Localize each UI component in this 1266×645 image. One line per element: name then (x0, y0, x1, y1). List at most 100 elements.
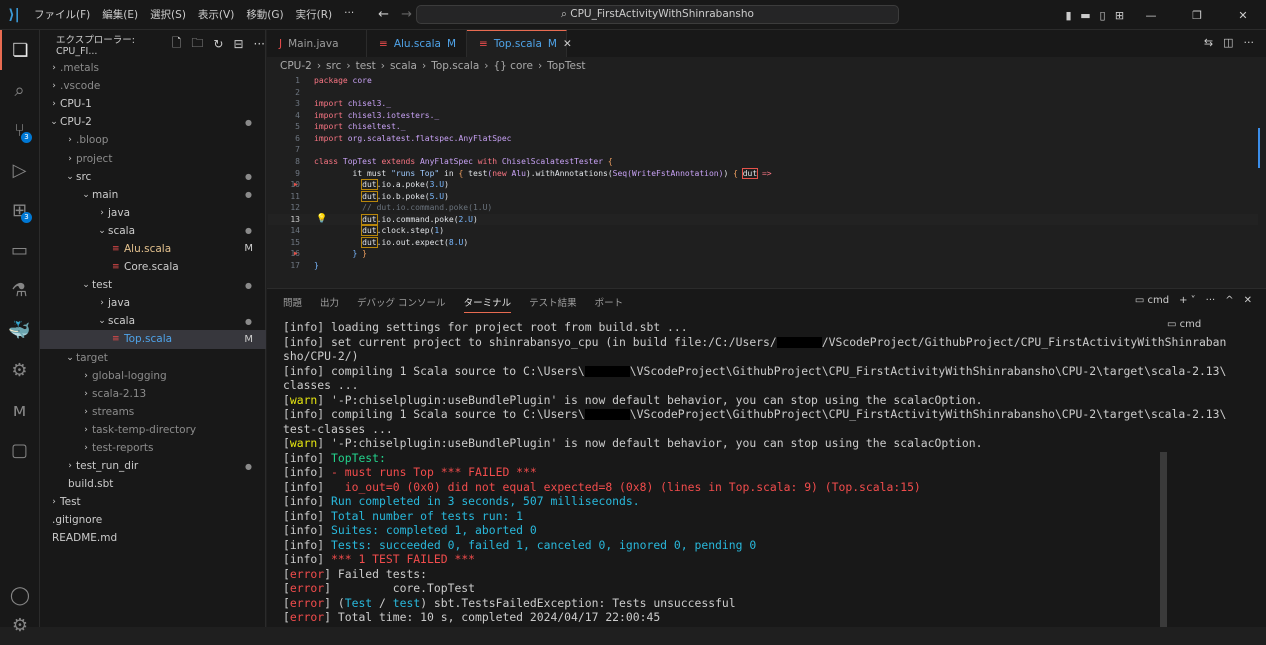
menu-item[interactable]: 選択(S) (144, 7, 192, 22)
close-window-icon[interactable]: ✕ (1220, 9, 1266, 22)
tree-item[interactable]: › test_run_dir ● (40, 457, 266, 475)
tree-item[interactable]: › .bloop (40, 131, 266, 149)
tree-item[interactable]: › java (40, 294, 266, 312)
more-actions-icon[interactable]: ··· (1244, 36, 1255, 49)
remote-explorer-icon[interactable]: ▭ (0, 230, 39, 270)
breadcrumb-item[interactable]: Top.scala (431, 60, 479, 72)
minimize-icon[interactable]: — (1128, 9, 1174, 22)
tree-item[interactable]: ≡ Alu.scala M (40, 240, 266, 258)
tree-item[interactable]: .gitignore (40, 511, 266, 529)
panel-tab[interactable]: 問題 (283, 295, 302, 313)
tree-item[interactable]: ⌄ src ● (40, 168, 266, 186)
menu-item[interactable]: 編集(E) (96, 7, 144, 22)
tree-item[interactable]: › CPU-1 (40, 95, 266, 113)
collapse-all-icon[interactable]: ⊟ (233, 37, 243, 51)
tree-item[interactable]: › test-reports (40, 439, 266, 457)
testing-icon[interactable]: ⚗ (0, 270, 39, 310)
tree-item[interactable]: › .metals (40, 59, 266, 77)
tab-main-java[interactable]: J Main.java (267, 30, 367, 57)
chevron-right-icon: › (68, 153, 72, 164)
menu-item[interactable]: ··· (338, 7, 360, 22)
tree-item[interactable]: ⌄ CPU-2 ● (40, 113, 266, 131)
tree-item[interactable]: › project (40, 149, 266, 167)
new-folder-icon[interactable]: 🗀 (191, 34, 203, 55)
forward-arrow-icon[interactable]: → (401, 7, 412, 22)
terminal-cmd-icon[interactable]: ▭ cmd (1135, 295, 1169, 306)
panel-tab[interactable]: デバッグ コンソール (357, 295, 446, 313)
refresh-icon[interactable]: ↻ (213, 37, 223, 51)
breadcrumb-item[interactable]: scala (390, 60, 417, 72)
compare-icon[interactable]: ⇆ (1204, 36, 1213, 49)
menu-item[interactable]: 移動(G) (240, 7, 289, 22)
toggle-panel-icon[interactable]: ▬ (1077, 9, 1094, 22)
tree-item[interactable]: › scala-2.13 (40, 385, 266, 403)
tree-item[interactable]: ⌄ scala ● (40, 222, 266, 240)
menu-item[interactable]: ファイル(F) (28, 7, 96, 22)
tree-item-label: task-temp-directory (92, 423, 197, 436)
code-editor[interactable]: 1 package core 2 3 import chisel3._ 4 import c… (268, 75, 1258, 272)
toggle-secondary-sidebar-icon[interactable]: ▯ (1094, 9, 1111, 22)
tree-item[interactable]: › Test (40, 493, 266, 511)
maximize-panel-icon[interactable]: ^ (1225, 295, 1233, 306)
line-number: 11 (290, 191, 300, 201)
toggle-sidebar-icon[interactable]: ▮ (1060, 9, 1077, 22)
terminal-list-item[interactable]: ▭ cmd (1167, 319, 1201, 330)
restore-icon[interactable]: ❐ (1174, 9, 1220, 22)
manage-gear-icon[interactable]: ⚙ (0, 605, 40, 645)
new-file-icon[interactable]: 🗋 (172, 34, 182, 55)
tree-item[interactable]: ⌄ main ● (40, 186, 266, 204)
panel-tab[interactable]: テスト結果 (529, 295, 577, 313)
close-tab-icon[interactable]: ✕ (563, 38, 572, 50)
more-actions-icon[interactable]: ··· (1206, 295, 1216, 306)
extensions-icon[interactable]: ⊞ 3 (0, 190, 39, 230)
sbt-icon[interactable]: ⚙ (0, 350, 39, 390)
breadcrumb-item[interactable]: {} core (493, 60, 532, 72)
command-search-box[interactable]: ⌕ CPU_FirstActivityWithShinrabansho (416, 5, 899, 24)
docker-icon[interactable]: 🐳 (0, 310, 39, 350)
tree-item[interactable]: › streams (40, 403, 266, 421)
tree-item[interactable]: ⌄ target (40, 349, 266, 367)
breadcrumb-item[interactable]: src (326, 60, 341, 72)
tree-item[interactable]: › java (40, 204, 266, 222)
tree-item[interactable]: ⌄ test ● (40, 276, 266, 294)
more-actions-icon[interactable]: ··· (254, 37, 265, 51)
lightbulb-icon[interactable]: 💡 (316, 214, 327, 226)
split-editor-icon[interactable]: ◫ (1223, 36, 1233, 49)
panel-tab[interactable]: 出力 (320, 295, 339, 313)
minimap[interactable] (1258, 128, 1264, 168)
menu-item[interactable]: 表示(V) (192, 7, 240, 22)
code-token: dut (361, 190, 378, 202)
tree-item[interactable]: › .vscode (40, 77, 266, 95)
tree-item[interactable]: ≡ Top.scala M (40, 330, 266, 349)
explorer-title: エクスプローラー: CPU_FI... (56, 34, 135, 57)
explorer-icon[interactable]: ❏ (0, 30, 39, 70)
new-terminal-icon[interactable]: + ˅ (1179, 295, 1196, 306)
tree-item[interactable]: › global-logging (40, 367, 266, 385)
source-control-icon[interactable]: ⑂ 3 (0, 110, 39, 150)
close-panel-icon[interactable]: ✕ (1244, 295, 1252, 306)
breadcrumb-item[interactable]: CPU-2 (280, 60, 312, 72)
menu-item[interactable]: 実行(R) (290, 7, 339, 22)
panel-tab[interactable]: ポート (595, 295, 624, 313)
terminal-line: [info] set current project to shinrabans… (283, 335, 1226, 350)
tree-item[interactable]: ⌄ scala ● (40, 312, 266, 330)
terminal-output[interactable]: [info] loading settings for project root… (283, 320, 1226, 625)
tab-alu-scala[interactable]: ≡ Alu.scala M (367, 30, 467, 57)
tree-item[interactable]: README.md (40, 529, 266, 547)
breadcrumb-item[interactable]: TopTest (547, 60, 585, 72)
tree-item-label: .metals (60, 62, 99, 75)
breadcrumb-item[interactable]: test (356, 60, 376, 72)
terminal-scrollbar[interactable] (1160, 452, 1167, 627)
tree-item[interactable]: build.sbt (40, 475, 266, 493)
metals-icon[interactable]: ᴍ (0, 390, 39, 430)
tree-item[interactable]: ≡ Core.scala (40, 258, 266, 276)
chat-icon[interactable]: ▢ (0, 430, 39, 470)
run-debug-icon[interactable]: ▷ (0, 150, 39, 190)
search-icon[interactable]: ⌕ (0, 70, 39, 110)
panel-tab[interactable]: ターミナル (463, 295, 512, 313)
customize-layout-icon[interactable]: ⊞ (1111, 9, 1128, 22)
back-arrow-icon[interactable]: ← (378, 7, 389, 22)
tab-top-scala[interactable]: ≡ Top.scala M ✕ (467, 30, 572, 57)
tree-item[interactable]: › task-temp-directory (40, 421, 266, 439)
